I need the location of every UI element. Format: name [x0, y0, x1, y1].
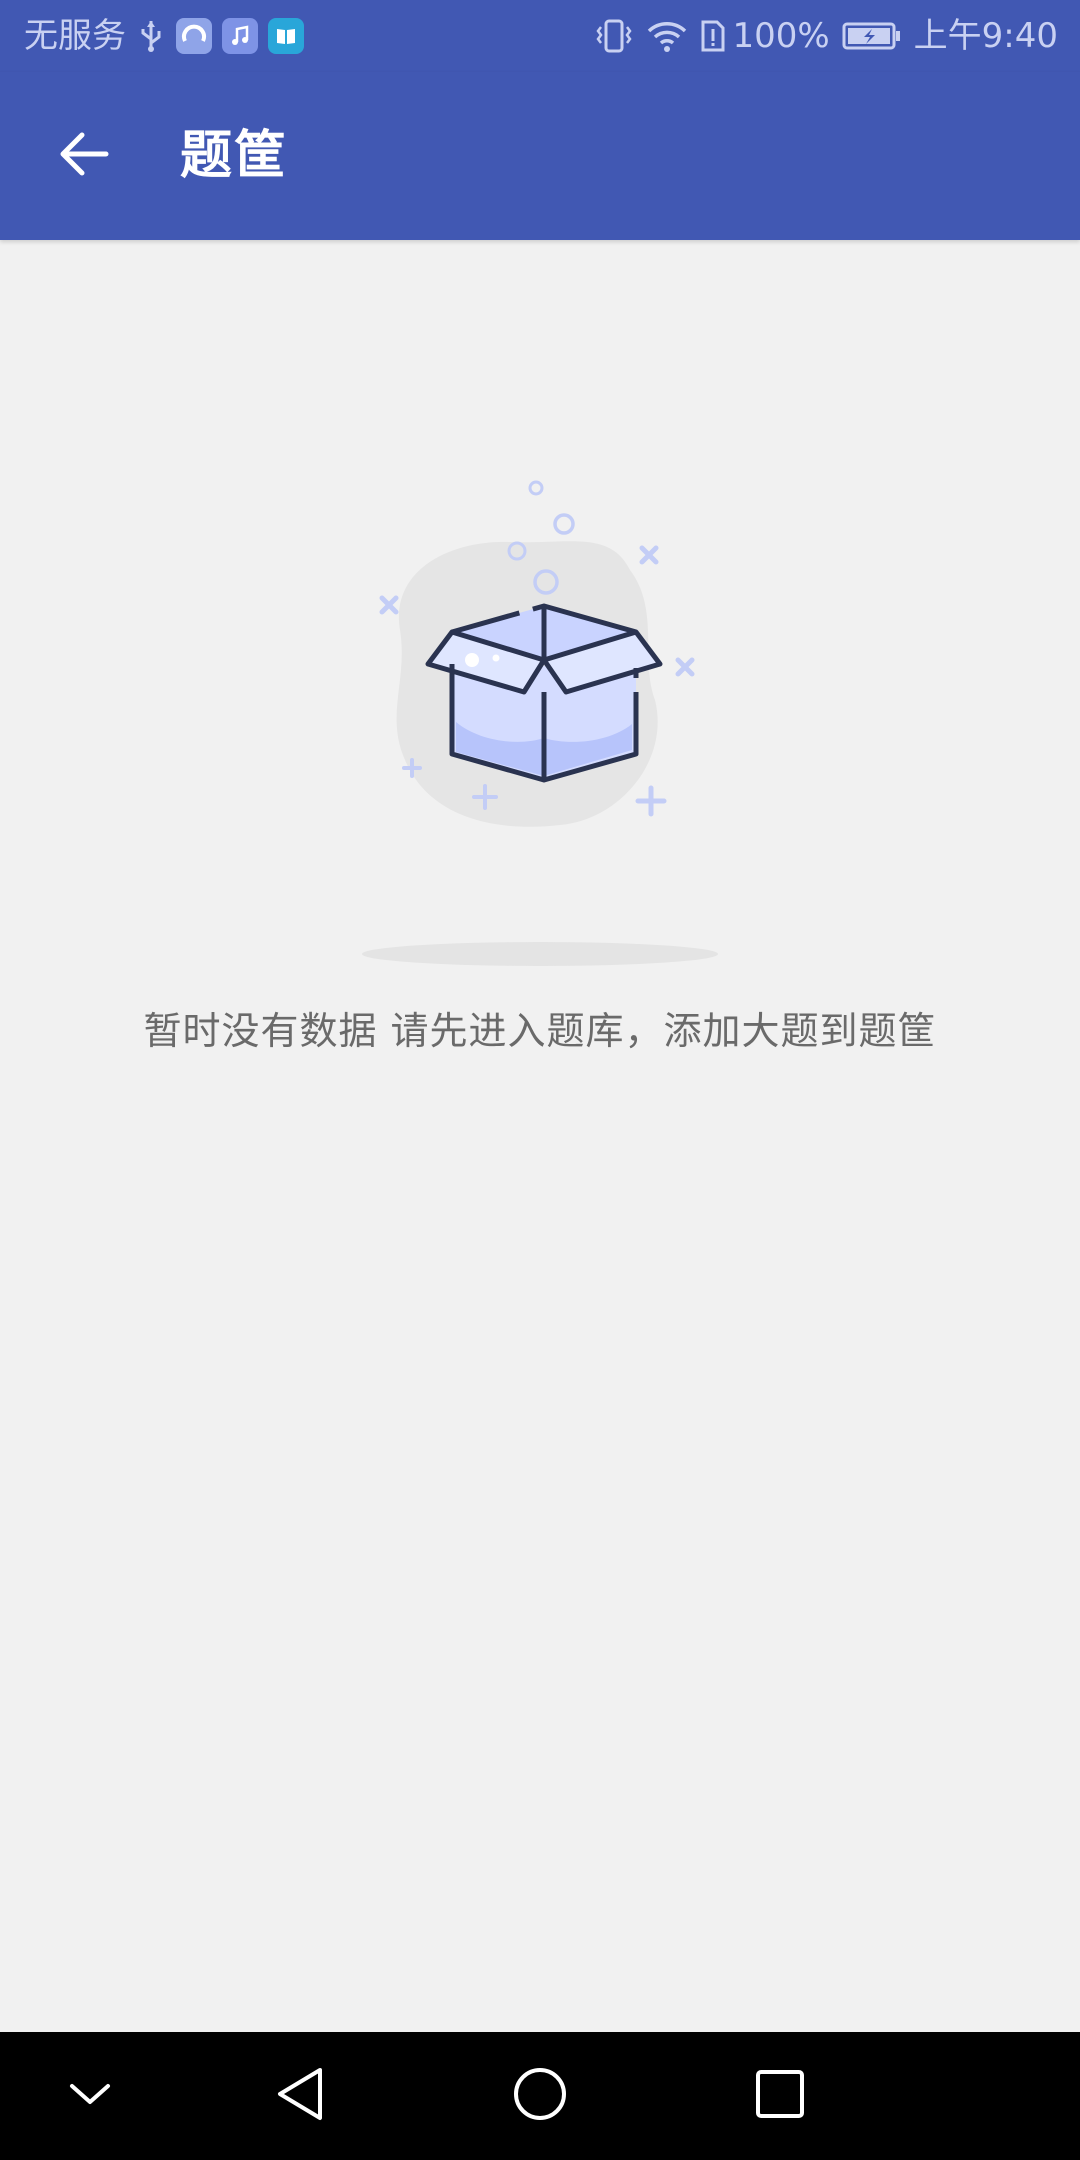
- screen: 无服务 100% 上午9:40 题筐 暂时没有数据 请先进入题库，添加大题到题筐: [0, 0, 1080, 2160]
- sim-alert-icon: [700, 19, 726, 53]
- empty-box-icon: [362, 480, 718, 966]
- recents-square-icon: [754, 2068, 806, 2124]
- vibrate-icon: [594, 19, 634, 53]
- carrier-label: 无服务: [24, 16, 126, 56]
- system-nav-bar: [0, 2032, 1080, 2160]
- usb-icon: [138, 19, 164, 53]
- battery-charging-icon: [842, 21, 902, 51]
- status-bar: 无服务 100% 上午9:40: [0, 0, 1080, 72]
- status-left: 无服务: [24, 0, 314, 72]
- app-bar: 题筐: [0, 72, 1080, 240]
- empty-state-illustration: [360, 460, 720, 980]
- book-app-icon: [268, 18, 304, 54]
- home-circle-icon: [512, 2066, 568, 2126]
- app-notification-icon-1: [176, 18, 212, 54]
- music-app-icon: [222, 18, 258, 54]
- chevron-down-icon: [68, 2080, 112, 2112]
- status-right: 100% 上午9:40: [582, 0, 1058, 72]
- nav-back-button[interactable]: [240, 2032, 360, 2160]
- nav-recents-button[interactable]: [720, 2032, 840, 2160]
- clock: 上午9:40: [913, 16, 1058, 56]
- battery-percent: 100%: [732, 16, 830, 56]
- nav-collapse-button[interactable]: [30, 2032, 150, 2160]
- arrow-left-icon: [58, 130, 110, 182]
- nav-home-button[interactable]: [480, 2032, 600, 2160]
- back-triangle-icon: [274, 2066, 326, 2126]
- page-title: 题筐: [180, 126, 289, 186]
- back-button[interactable]: [40, 116, 128, 196]
- empty-state-message: 暂时没有数据 请先进入题库，添加大题到题筐: [143, 1009, 937, 1053]
- wifi-icon: [646, 19, 688, 53]
